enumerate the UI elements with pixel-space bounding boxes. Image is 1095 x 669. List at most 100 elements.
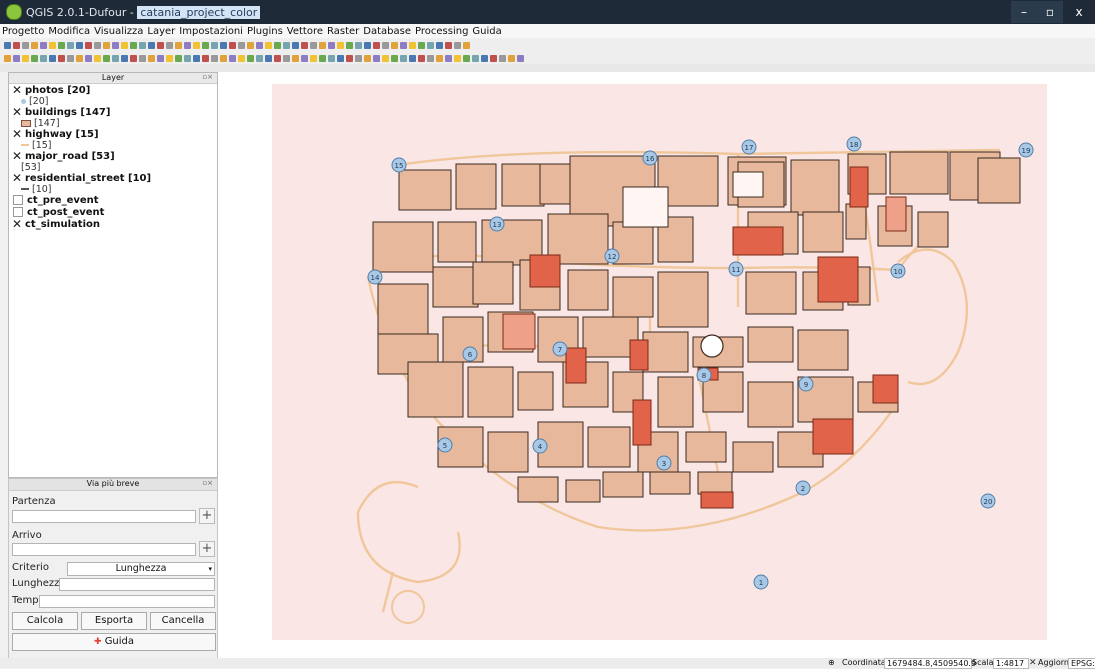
toolbar-tool-icon[interactable] bbox=[211, 54, 218, 62]
crs-button[interactable]: EPSG:3857 bbox=[1068, 658, 1095, 669]
toolbar-tool-icon[interactable] bbox=[436, 54, 443, 62]
toolbar-tool-icon[interactable] bbox=[40, 41, 47, 49]
menu-plugins[interactable]: Plugins bbox=[245, 26, 285, 37]
panel-close-icon[interactable]: ▫× bbox=[202, 73, 213, 81]
building-block[interactable] bbox=[747, 381, 794, 428]
building-block[interactable] bbox=[845, 203, 867, 240]
toolbar-tool-icon[interactable] bbox=[175, 54, 182, 62]
building-block[interactable] bbox=[517, 371, 554, 411]
toolbar-tool-icon[interactable] bbox=[310, 41, 317, 49]
visibility-checkbox[interactable] bbox=[13, 195, 23, 205]
help-button[interactable]: ✚ Guida bbox=[12, 633, 216, 651]
toolbar-tool-icon[interactable] bbox=[121, 54, 128, 62]
toolbar-tool-icon[interactable] bbox=[301, 54, 308, 62]
building-block[interactable] bbox=[467, 366, 514, 418]
building-block[interactable] bbox=[455, 163, 497, 210]
building-block[interactable] bbox=[487, 431, 529, 473]
toolbar-tool-icon[interactable] bbox=[256, 41, 263, 49]
damaged-building[interactable] bbox=[700, 491, 734, 509]
toolbar-tool-icon[interactable] bbox=[445, 54, 452, 62]
toolbar-tool-icon[interactable] bbox=[247, 41, 254, 49]
toolbar-tool-icon[interactable] bbox=[418, 41, 425, 49]
toolbar-tool-icon[interactable] bbox=[148, 54, 155, 62]
toolbar-tool-icon[interactable] bbox=[292, 54, 299, 62]
toolbar-tool-icon[interactable] bbox=[103, 54, 110, 62]
toolbar-tool-icon[interactable] bbox=[427, 41, 434, 49]
building-block[interactable] bbox=[398, 169, 452, 211]
toolbar-tool-icon[interactable] bbox=[238, 41, 245, 49]
toolbar-tool-icon[interactable] bbox=[409, 41, 416, 49]
render-check-icon[interactable]: ✕ bbox=[1029, 658, 1037, 668]
visible-check-icon[interactable]: ✕ bbox=[11, 217, 23, 231]
map-canvas[interactable]: 1 2 3 4 5 6 7 8 9 10 11 12 13 14 15 16 17 18 19 20 bbox=[218, 72, 1095, 658]
map-svg[interactable]: 1234567891011121314151617 181920 bbox=[218, 72, 1095, 658]
length-field[interactable] bbox=[59, 578, 215, 591]
toolbar-tool-icon[interactable] bbox=[130, 41, 137, 49]
toolbar-tool-icon[interactable] bbox=[49, 54, 56, 62]
maximize-button[interactable]: ▫ bbox=[1037, 1, 1063, 23]
toolbar-tool-icon[interactable] bbox=[166, 41, 173, 49]
toolbar-tool-icon[interactable] bbox=[373, 54, 380, 62]
damaged-building[interactable] bbox=[502, 313, 536, 350]
toolbar-tool-icon[interactable] bbox=[382, 41, 389, 49]
menu-processing[interactable]: Processing bbox=[413, 26, 470, 37]
toolbar-tool-icon[interactable] bbox=[400, 41, 407, 49]
damaged-building[interactable] bbox=[817, 256, 859, 303]
toolbar-tool-icon[interactable] bbox=[49, 41, 56, 49]
toolbar-tool-icon[interactable] bbox=[31, 54, 38, 62]
start-point-field[interactable] bbox=[12, 510, 196, 523]
toolbar-tool-icon[interactable] bbox=[292, 41, 299, 49]
toolbar-tool-icon[interactable] bbox=[517, 54, 524, 62]
building-block[interactable] bbox=[917, 211, 949, 248]
minimize-button[interactable]: – bbox=[1011, 1, 1037, 23]
toolbar-tool-icon[interactable] bbox=[220, 54, 227, 62]
toolbar-tool-icon[interactable] bbox=[436, 41, 443, 49]
toolbar-tool-icon[interactable] bbox=[94, 41, 101, 49]
toolbar-tool-icon[interactable] bbox=[373, 41, 380, 49]
end-pick-button[interactable]: + bbox=[199, 541, 215, 557]
toolbar-tool-icon[interactable] bbox=[13, 41, 20, 49]
toolbar-tool-icon[interactable] bbox=[148, 41, 155, 49]
toolbar-tool-icon[interactable] bbox=[427, 54, 434, 62]
toolbar-tool-icon[interactable] bbox=[139, 41, 146, 49]
toolbar-tool-icon[interactable] bbox=[184, 41, 191, 49]
menu-progetto[interactable]: Progetto bbox=[0, 26, 46, 37]
toolbar-tool-icon[interactable] bbox=[85, 54, 92, 62]
close-button[interactable]: x bbox=[1063, 1, 1095, 23]
end-point-field[interactable] bbox=[12, 543, 196, 556]
building-block[interactable] bbox=[587, 426, 631, 468]
building-block[interactable] bbox=[797, 329, 849, 371]
calculate-button[interactable]: Calcola bbox=[12, 612, 78, 630]
menu-impostazioni[interactable]: Impostazioni bbox=[177, 26, 245, 37]
toolbar-tool-icon[interactable] bbox=[166, 54, 173, 62]
toolbar-tool-icon[interactable] bbox=[310, 54, 317, 62]
toolbar-tool-icon[interactable] bbox=[391, 54, 398, 62]
toolbar-tool-icon[interactable] bbox=[328, 54, 335, 62]
export-button[interactable]: Esporta bbox=[81, 612, 147, 630]
building-block[interactable] bbox=[889, 151, 949, 195]
layer-item-residential-street[interactable]: ✕ residential_street [10] bbox=[9, 171, 217, 185]
toolbar-tool-icon[interactable] bbox=[157, 54, 164, 62]
toolbar-tool-icon[interactable] bbox=[85, 41, 92, 49]
menu-visualizza[interactable]: Visualizza bbox=[92, 26, 145, 37]
toolbar-tool-icon[interactable] bbox=[463, 54, 470, 62]
menu-layer[interactable]: Layer bbox=[145, 26, 177, 37]
toolbar-tool-icon[interactable] bbox=[76, 54, 83, 62]
toolbar-tool-icon[interactable] bbox=[94, 54, 101, 62]
building-block[interactable] bbox=[517, 476, 559, 503]
criterion-select[interactable]: Lunghezza ▾ bbox=[67, 562, 215, 576]
layer-item-ct-pre-event[interactable]: ct_pre_event bbox=[9, 194, 217, 206]
building-block[interactable] bbox=[539, 163, 571, 205]
building-block[interactable] bbox=[612, 276, 654, 318]
toolbar-tool-icon[interactable] bbox=[283, 54, 290, 62]
visible-check-icon[interactable]: ✕ bbox=[11, 83, 23, 97]
visible-check-icon[interactable]: ✕ bbox=[11, 105, 23, 119]
toolbar-tool-icon[interactable] bbox=[13, 54, 20, 62]
toolbar-tool-icon[interactable] bbox=[229, 41, 236, 49]
toolbar-tool-icon[interactable] bbox=[274, 54, 281, 62]
building-block[interactable] bbox=[565, 479, 601, 503]
building-block[interactable] bbox=[657, 271, 709, 328]
layer-item-highway[interactable]: ✕ highway [15] bbox=[9, 127, 217, 141]
damaged-building[interactable] bbox=[529, 254, 561, 288]
toolbar-tool-icon[interactable] bbox=[265, 54, 272, 62]
